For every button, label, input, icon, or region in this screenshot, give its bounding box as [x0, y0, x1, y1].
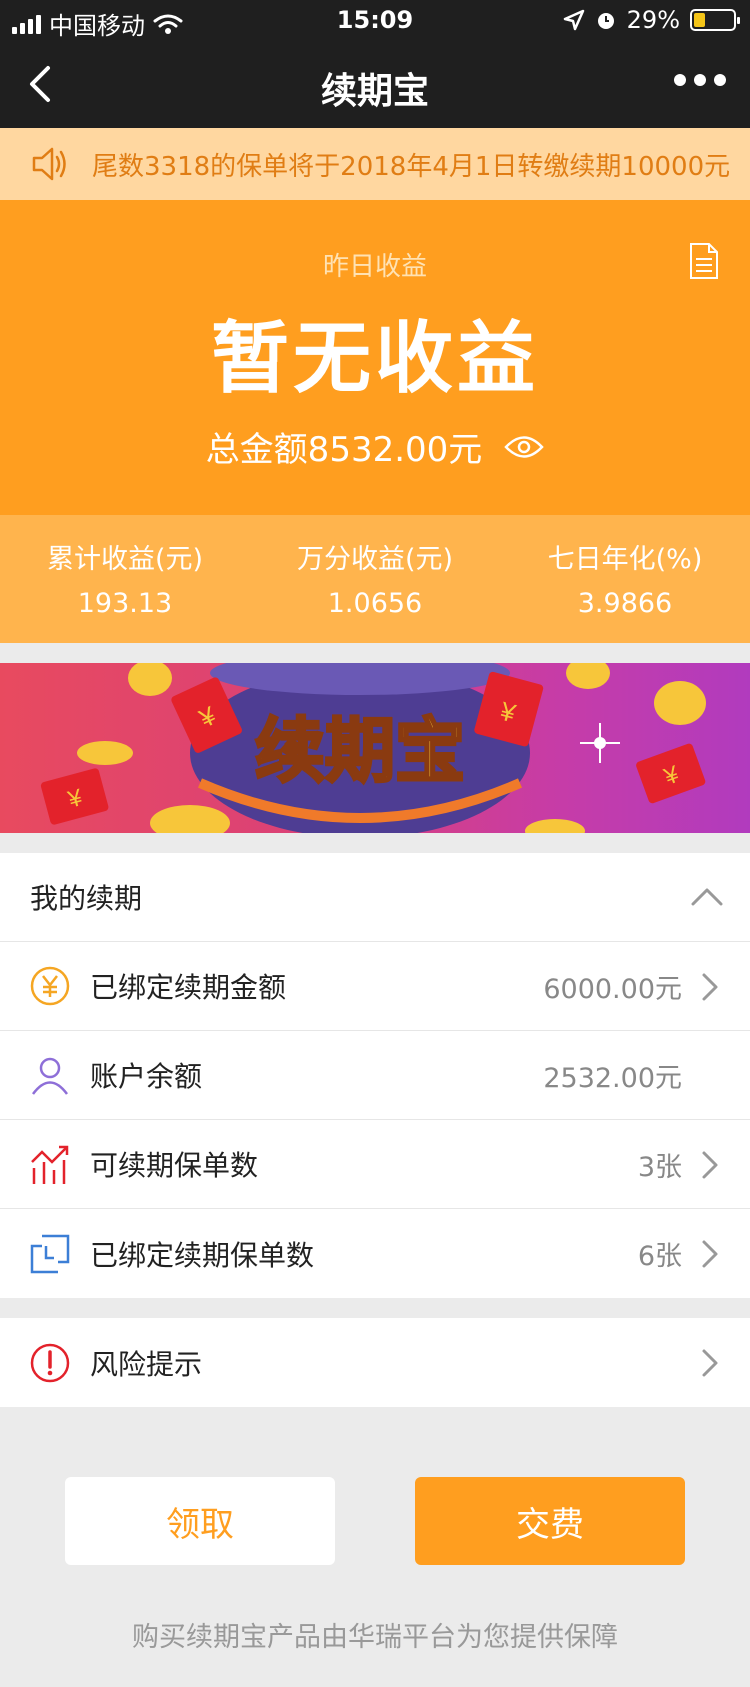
stat-label: 七日年化(%) — [547, 544, 703, 575]
trend-chart-icon — [31, 1145, 69, 1184]
bound-amount-row[interactable]: 已绑定续期金额 6000.00元 — [0, 942, 750, 1031]
row-label: 可续期保单数 — [90, 1149, 259, 1182]
alarm-icon — [597, 13, 614, 29]
account-balance-row: 账户余额 2532.00元 — [0, 1031, 750, 1120]
claim-button[interactable]: 领取 — [65, 1477, 335, 1565]
coin-icon — [525, 819, 585, 833]
risk-label: 风险提示 — [90, 1347, 203, 1381]
row-label: 已绑定续期保单数 — [90, 1238, 315, 1272]
status-right: 29% — [563, 6, 740, 34]
banner-artwork: ¥ ¥ ¥ ¥ 续期宝 — [40, 663, 706, 833]
notice-bar[interactable]: 尾数3318的保单将于2018年4月1日转缴续期10000元 — [0, 128, 750, 200]
total-amount-row: 总金额8532.00元 — [0, 422, 750, 471]
pay-button[interactable]: 交费 — [415, 1477, 685, 1565]
bound-policies-row[interactable]: 已绑定续期保单数 6张 — [0, 1209, 750, 1298]
my-renewal-header[interactable]: 我的续期 — [0, 853, 750, 942]
page-title: 续期宝 — [320, 71, 429, 112]
more-icon[interactable] — [674, 74, 726, 86]
linked-squares-icon — [30, 1234, 70, 1273]
chevron-right-icon — [702, 1240, 718, 1268]
earnings-stats: 累计收益(元) 193.13 万分收益(元) 1.0656 七日年化(%) 3.… — [0, 515, 750, 643]
yesterday-earnings-value: 暂无收益 — [210, 314, 539, 404]
renewable-policies-row[interactable]: 可续期保单数 3张 — [0, 1120, 750, 1209]
eye-icon[interactable] — [504, 434, 545, 460]
row-value: 6000.00元 — [543, 973, 682, 1005]
chevron-up-icon[interactable] — [690, 885, 724, 907]
coin-icon — [654, 681, 706, 725]
coin-icon — [128, 663, 172, 696]
banner-title: 续期宝 — [255, 710, 465, 792]
red-packet-icon: ¥ — [636, 743, 706, 804]
total-amount: 总金额8532.00元 — [205, 430, 483, 470]
stat-label: 万分收益(元) — [296, 544, 454, 575]
battery-icon — [690, 9, 740, 31]
stat-value: 1.0656 — [327, 588, 423, 619]
coin-icon — [150, 805, 230, 833]
document-icon[interactable] — [688, 242, 720, 280]
person-icon — [31, 1057, 69, 1095]
speaker-icon — [32, 147, 66, 181]
row-label: 已绑定续期金额 — [90, 971, 287, 1004]
promo-banner[interactable]: ¥ ¥ ¥ ¥ 续期宝 — [0, 663, 750, 833]
stat-label: 累计收益(元) — [46, 544, 204, 575]
row-value: 2532.00元 — [543, 1062, 682, 1094]
coin-icon — [566, 663, 610, 689]
risk-notice-row[interactable]: 风险提示 — [0, 1318, 750, 1407]
coin-icon — [77, 741, 133, 765]
stat-seven-day: 七日年化(%) 3.9866 — [500, 515, 750, 643]
footer-guarantee-text: 购买续期宝产品由华瑞平台为您提供保障 — [132, 1622, 618, 1653]
chevron-right-icon — [702, 1151, 718, 1179]
nav-bar: 续期宝 — [0, 40, 750, 128]
stat-value: 3.9866 — [577, 588, 673, 619]
back-chevron-icon[interactable] — [20, 62, 64, 106]
status-bar: 中国移动 15:09 29% — [0, 0, 750, 40]
section-title: 我的续期 — [30, 882, 143, 915]
row-value: 3张 — [637, 1151, 682, 1183]
stat-cumulative: 累计收益(元) 193.13 — [0, 515, 250, 643]
exclamation-circle-icon — [30, 1343, 70, 1382]
yuan-coin-icon — [30, 966, 70, 1006]
my-renewal-section: 我的续期 已绑定续期金额 6000.00元 账户余额 2532.00元 可续期保… — [0, 853, 750, 1298]
stat-per-10k: 万分收益(元) 1.0656 — [250, 515, 500, 643]
row-label: 账户余额 — [90, 1060, 203, 1093]
stat-value: 193.13 — [77, 588, 173, 619]
row-value: 6张 — [637, 1241, 682, 1272]
red-packet-icon: ¥ — [40, 768, 109, 825]
notice-text: 尾数3318的保单将于2018年4月1日转缴续期10000元 — [92, 151, 731, 182]
chevron-right-icon — [702, 973, 718, 1001]
chevron-right-icon — [702, 1349, 718, 1377]
earnings-summary: 昨日收益 暂无收益 总金额8532.00元 — [0, 200, 750, 515]
location-arrow-icon — [563, 9, 584, 31]
battery-percent: 29% — [626, 6, 680, 34]
yesterday-earnings-label: 昨日收益 — [322, 252, 427, 282]
